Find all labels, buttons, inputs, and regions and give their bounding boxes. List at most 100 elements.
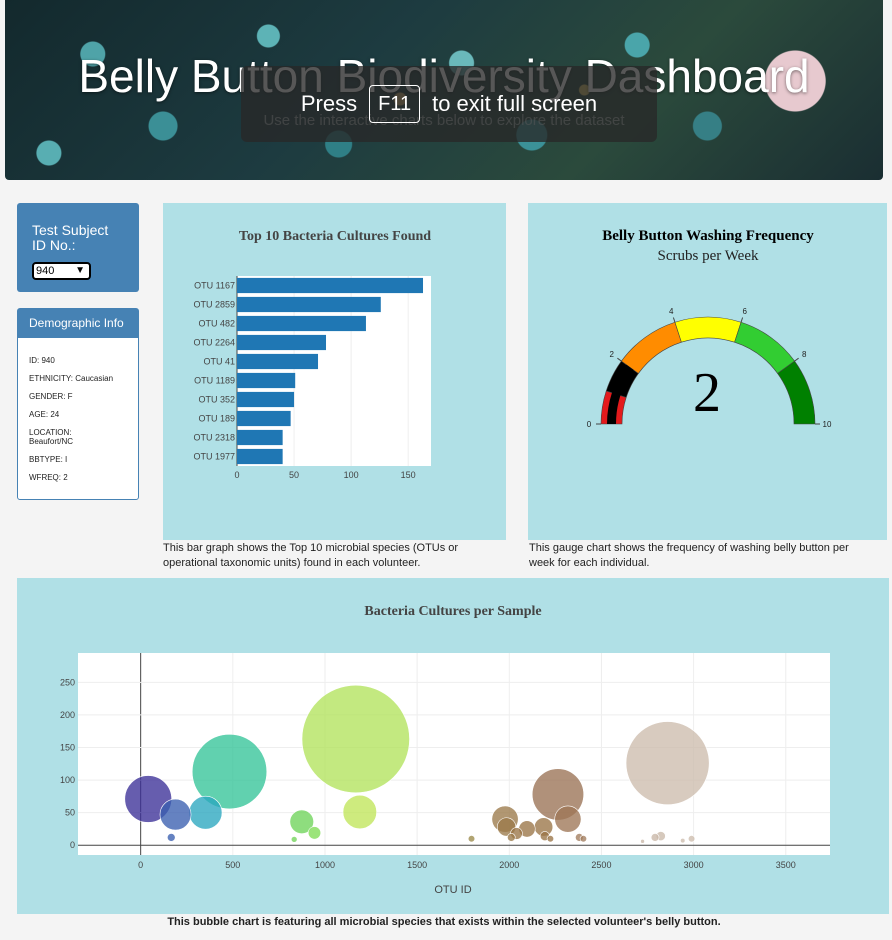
bubble[interactable] [680, 838, 686, 844]
bubble[interactable] [640, 839, 645, 844]
fullscreen-notice: Press F11 to exit full screen [241, 66, 657, 142]
bubble[interactable] [579, 835, 587, 843]
bar-chart[interactable]: Top 10 Bacteria Cultures Found 0 50 100 150… [163, 203, 506, 540]
demo-age: AGE: 24 [29, 410, 60, 419]
bar-category-label: OTU 1977 [193, 452, 235, 462]
bubble[interactable] [467, 835, 476, 843]
subject-id-value: 940 [36, 265, 55, 277]
bubble[interactable] [290, 836, 298, 843]
bubble[interactable] [342, 794, 377, 830]
demo-id: ID: 940 [29, 356, 55, 365]
gauge-value: 2 [693, 362, 721, 424]
demographic-info-list: ID: 940 ETHNICITY: Caucasian GENDER: F A… [18, 338, 138, 482]
bubble-x-tick-label: 0 [138, 860, 143, 870]
bar-category-label: OTU 2859 [193, 300, 235, 310]
bubble[interactable] [167, 833, 176, 842]
bar-category-label: OTU 2264 [193, 338, 235, 348]
gauge-tick [672, 317, 676, 323]
bar-category-label: OTU 1189 [194, 376, 235, 386]
bar-category-label: OTU 189 [198, 414, 235, 424]
demo-bbtype: BBTYPE: I [29, 455, 68, 464]
bubble[interactable] [507, 833, 516, 842]
gauge-band [777, 360, 816, 425]
gauge-tick-label: 4 [669, 307, 674, 316]
bar-chart-caption: This bar graph shows the Top 10 microbia… [163, 542, 459, 569]
demo-gender: GENDER: F [29, 392, 73, 401]
bubble-y-tick-label: 0 [70, 840, 75, 850]
bubble-chart-card: Bacteria Cultures per Sample OTU ID 0 50 0… [17, 578, 889, 914]
gauge-tick [794, 357, 799, 362]
demo-location: LOCATION: Beaufort/NC [29, 428, 74, 446]
bar-category-label: OTU 482 [198, 319, 235, 329]
bubble[interactable] [546, 835, 554, 843]
gauge-tick [740, 317, 744, 323]
gauge-band [674, 316, 742, 343]
gauge-tick-label: 0 [587, 420, 592, 429]
bubble-x-tick-label: 1500 [407, 860, 427, 870]
bar-x-tick-label: 150 [401, 470, 416, 480]
fullscreen-press-text: Press [300, 91, 358, 116]
bar-category-label: OTU 352 [198, 395, 235, 405]
bar-category-label: OTU 2318 [193, 433, 235, 443]
bubble-x-tick-label: 3500 [776, 860, 796, 870]
bar[interactable] [237, 277, 424, 294]
bar-x-tick-label: 100 [344, 470, 359, 480]
bubble-chart-caption: This bubble chart is featuring all micro… [167, 916, 721, 928]
bar-category-label: OTU 1167 [194, 281, 235, 291]
bubble-y-tick-label: 150 [60, 742, 75, 752]
bar[interactable] [237, 353, 319, 370]
gauge-tick-label: 2 [610, 350, 615, 359]
bubble-y-tick-label: 200 [60, 710, 75, 720]
bubble[interactable] [625, 721, 710, 806]
bar-category-label: OTU 41 [203, 357, 235, 367]
selector-label-line2: ID No.: [32, 237, 76, 253]
bubble-y-tick-label: 100 [60, 775, 75, 785]
gauge-subtitle: Scrubs per Week [658, 248, 759, 264]
gauge-tick [617, 357, 622, 362]
bar-chart-card: Top 10 Bacteria Cultures Found 0 50 100 150… [163, 203, 506, 540]
demographic-info-title: Demographic Info [18, 309, 138, 338]
bubble-chart-title: Bacteria Cultures per Sample [364, 604, 541, 619]
bar[interactable] [237, 410, 291, 427]
bubble[interactable] [650, 833, 660, 842]
bar-x-tick-label: 0 [234, 470, 239, 480]
bubble[interactable] [159, 798, 192, 831]
gauge-chart[interactable]: Belly Button Washing Frequency Scrubs pe… [528, 203, 887, 540]
bubble-x-tick-label: 1000 [315, 860, 335, 870]
subject-selector-panel: Test Subject ID No.: 940 ▼ [17, 203, 139, 292]
bubble[interactable] [307, 826, 322, 840]
bubble-chart[interactable]: Bacteria Cultures per Sample OTU ID 0 50 0… [17, 578, 889, 914]
bar[interactable] [237, 296, 381, 313]
bar[interactable] [237, 391, 295, 408]
demo-ethnicity: ETHNICITY: Caucasian [29, 374, 114, 383]
gauge-chart-card: Belly Button Washing Frequency Scrubs pe… [528, 203, 887, 540]
bubble-x-tick-label: 2000 [499, 860, 519, 870]
bar[interactable] [237, 448, 283, 465]
demo-wfreq: WFREQ: 2 [29, 473, 68, 482]
bar[interactable] [237, 315, 366, 332]
header-banner: Belly Button Biodiversity Dashboard Use … [5, 0, 883, 180]
bubble[interactable] [554, 805, 582, 833]
bubble-x-tick-label: 2500 [591, 860, 611, 870]
gauge-title: Belly Button Washing Frequency [602, 228, 814, 244]
bar[interactable] [237, 429, 283, 446]
bubble-x-axis-label: OTU ID [434, 884, 471, 896]
gauge-chart-caption: This gauge chart shows the frequency of … [529, 542, 849, 569]
bar-x-tick-label: 50 [289, 470, 299, 480]
demographic-info-panel: Demographic Info ID: 940 ETHNICITY: Cauc… [17, 308, 139, 500]
f11-key: F11 [369, 85, 421, 123]
gauge-tick-label: 6 [743, 307, 748, 316]
bubble-y-tick-label: 250 [60, 677, 75, 687]
bubble[interactable] [188, 795, 223, 830]
bar[interactable] [237, 372, 296, 389]
bubble[interactable] [301, 684, 410, 794]
subject-id-select[interactable]: 940 ▼ [32, 262, 91, 280]
bubble-x-tick-label: 3000 [684, 860, 704, 870]
gauge-tick-label: 10 [823, 420, 832, 429]
gauge-band [734, 321, 795, 374]
bubble-y-tick-label: 50 [65, 808, 75, 818]
bubble[interactable] [687, 835, 696, 843]
bar[interactable] [237, 334, 327, 351]
fullscreen-message: to exit full screen [432, 91, 598, 116]
bar-chart-title: Top 10 Bacteria Cultures Found [239, 229, 431, 244]
